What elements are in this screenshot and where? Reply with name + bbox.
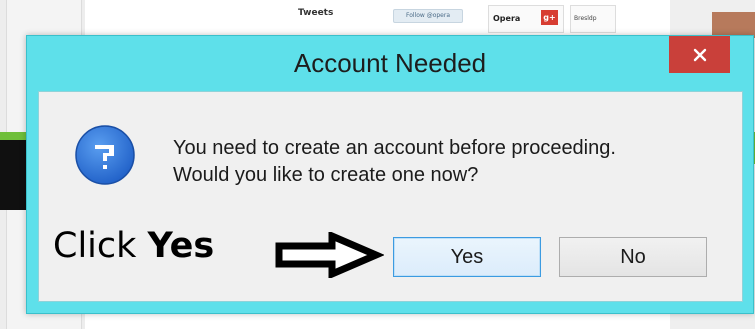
click-yes-annotation: Click Yes (53, 226, 214, 266)
close-icon (693, 48, 706, 61)
background-follow-button[interactable]: Follow @opera (393, 9, 463, 23)
dialog-title: Account Needed (293, 48, 487, 78)
close-button[interactable] (669, 36, 730, 73)
yes-button[interactable]: Yes (393, 237, 541, 277)
message-line-1: You need to create an account before pro… (173, 137, 616, 159)
annotation-click-text: Click (53, 226, 137, 266)
dialog-message: You need to create an account before pro… (173, 135, 616, 189)
dialog-content: You need to create an account before pro… (38, 91, 743, 302)
background-small-widget: Bresldp (570, 5, 616, 33)
annotation-yes-text: Yes (147, 226, 215, 266)
gplus-icon[interactable]: g+ (541, 10, 558, 25)
question-icon (75, 125, 135, 185)
no-button[interactable]: No (559, 237, 707, 277)
background-tweets-heading: Tweets (298, 8, 334, 18)
background-opera-widget: Opera g+ (488, 5, 564, 33)
account-needed-dialog: Account Needed You need to create an acc… (26, 35, 754, 314)
right-arrow-icon (275, 232, 384, 278)
background-small-label: Bresldp (574, 15, 597, 22)
message-line-2: Would you like to create one now? (173, 164, 479, 186)
background-opera-label: Opera (493, 14, 521, 23)
